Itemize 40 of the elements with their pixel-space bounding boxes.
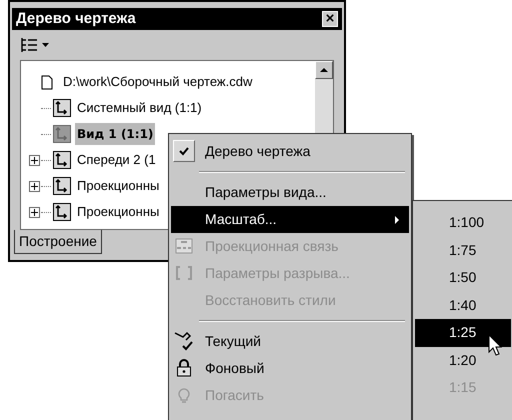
menu-item[interactable]: 1:20 bbox=[415, 346, 511, 374]
scroll-up-button[interactable] bbox=[315, 61, 333, 79]
submenu-arrow-icon bbox=[395, 216, 399, 224]
view-icon bbox=[53, 99, 71, 117]
expand-icon[interactable] bbox=[29, 154, 40, 166]
tree-item[interactable]: Системный вид (1:1) bbox=[75, 96, 204, 120]
caret-icon[interactable] bbox=[42, 43, 49, 47]
current-view-icon bbox=[174, 331, 194, 351]
view-icon bbox=[53, 125, 71, 143]
expand-icon[interactable] bbox=[29, 180, 40, 192]
menu-item[interactable]: 1:25 bbox=[415, 319, 511, 346]
document-icon bbox=[41, 74, 53, 90]
tab[interactable]: Построение bbox=[14, 230, 102, 254]
view-icon bbox=[53, 203, 71, 221]
view-icon bbox=[53, 151, 71, 169]
menu-item[interactable]: Текущий bbox=[171, 328, 409, 355]
menu-item[interactable]: 1:50 bbox=[415, 264, 511, 292]
menu-item[interactable]: 1:40 bbox=[415, 292, 511, 319]
menu-item[interactable]: Дерево чертежа bbox=[171, 138, 409, 165]
tree-item[interactable]: Спереди 2 (1 bbox=[75, 148, 158, 172]
tree-item[interactable]: Вид 1 (1:1) bbox=[75, 123, 156, 145]
projection-icon bbox=[175, 238, 193, 254]
tree-item[interactable]: D:\work\Сборочный чертеж.cdw bbox=[63, 72, 252, 92]
break-icon bbox=[175, 265, 193, 281]
tree-item[interactable]: Проекционны bbox=[75, 174, 162, 198]
tree-options-icon[interactable] bbox=[20, 37, 38, 53]
up-arrow-icon bbox=[320, 68, 328, 72]
lightbulb-icon bbox=[177, 386, 191, 404]
menu-item[interactable]: Параметры вида... bbox=[171, 179, 409, 206]
view-icon bbox=[53, 177, 71, 195]
menu-item[interactable]: Масштаб... bbox=[171, 206, 409, 233]
close-button[interactable]: × bbox=[322, 11, 338, 27]
expand-icon[interactable] bbox=[29, 206, 40, 218]
lock-icon bbox=[176, 359, 192, 377]
menu-item[interactable]: Фоновый bbox=[171, 355, 409, 382]
window-title: Дерево чертежа bbox=[16, 8, 136, 29]
menu-item[interactable]: 1:100 bbox=[415, 209, 511, 236]
tree-item[interactable]: Проекционны bbox=[75, 200, 162, 224]
menu-item[interactable]: 1:75 bbox=[415, 236, 511, 264]
mouse-cursor-icon bbox=[488, 334, 502, 356]
